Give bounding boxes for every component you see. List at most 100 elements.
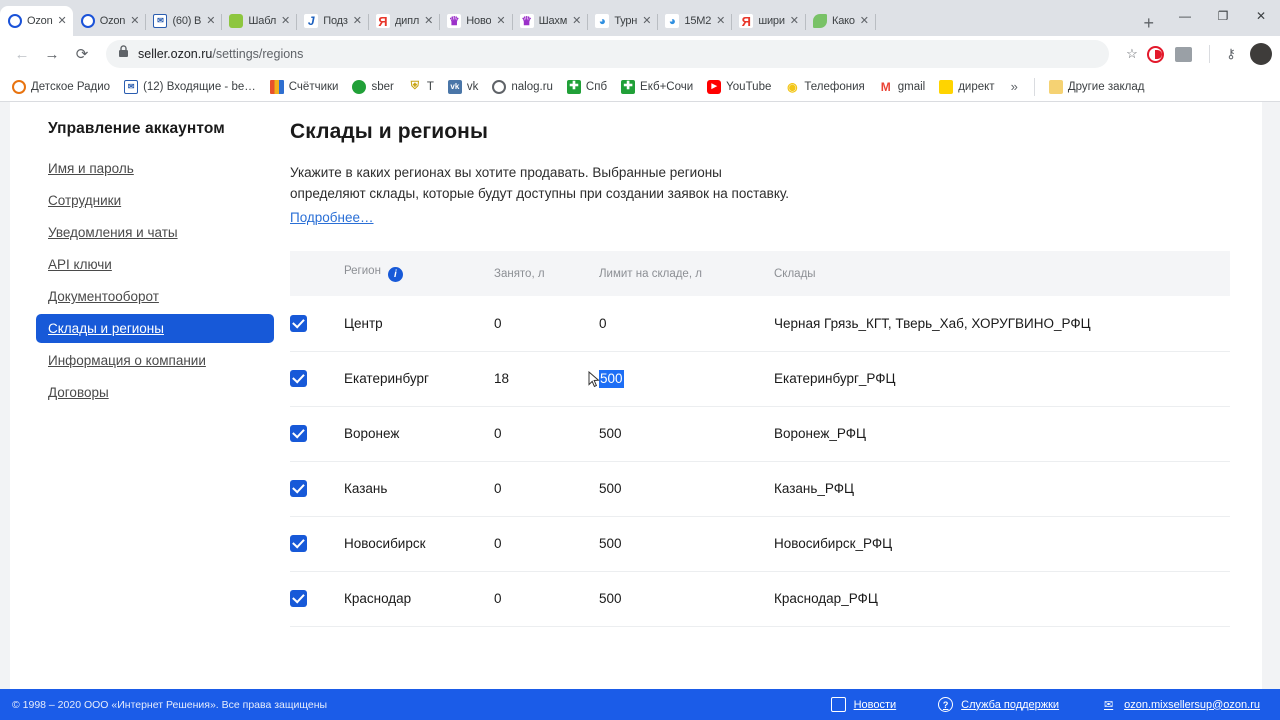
tab-close-icon[interactable]: ✕ (206, 15, 215, 27)
tab-close-icon[interactable]: ✕ (572, 15, 581, 27)
more-link[interactable]: Подробнее… (290, 207, 374, 228)
footer-link-news[interactable]: Новости (830, 697, 896, 712)
limit-value[interactable]: 500 (599, 591, 622, 606)
close-button[interactable]: ✕ (1242, 9, 1280, 23)
address-bar[interactable]: seller.ozon.ru/settings/regions (106, 40, 1109, 68)
sidebar-title: Управление аккаунтом (48, 120, 225, 137)
cell-limit[interactable]: 500 (599, 461, 774, 517)
bookmark-item[interactable]: ◉ Телефония (779, 77, 870, 97)
sidebar-item-link[interactable]: API ключи (36, 250, 290, 279)
bookmark-item[interactable]: ✚ Екб+Сочи (615, 77, 699, 97)
bookmark-label: директ (958, 80, 995, 93)
row-checkbox[interactable] (290, 535, 307, 553)
browser-tab[interactable]: Како ✕ (805, 6, 876, 36)
bookmark-item[interactable]: Счётчики (264, 77, 345, 97)
key-icon[interactable]: ⚷ (1218, 46, 1244, 62)
maximize-button[interactable]: ❐ (1204, 9, 1242, 23)
sidebar-item-link[interactable]: Сотрудники (36, 186, 290, 215)
other-bookmarks-button[interactable]: Другие заклад (1043, 77, 1151, 97)
bookmark-item[interactable]: директ (933, 77, 1000, 97)
avatar[interactable] (1250, 43, 1272, 65)
tab-close-icon[interactable]: ✕ (353, 15, 362, 27)
row-checkbox[interactable] (290, 425, 307, 443)
row-checkbox-cell[interactable] (290, 351, 344, 407)
row-checkbox-cell[interactable] (290, 571, 344, 627)
browser-tab[interactable]: Шабл ✕ (221, 6, 298, 36)
image-extension-icon[interactable] (1175, 46, 1192, 62)
footer-link-email[interactable]: ✉ ozon.mixsellersup@ozon.ru (1101, 697, 1260, 712)
row-checkbox[interactable] (290, 370, 307, 388)
bookmark-item[interactable]: ✚ Спб (561, 77, 613, 97)
browser-tab[interactable]: Яшири ✕ (731, 6, 806, 36)
tab-close-icon[interactable]: ✕ (642, 15, 651, 27)
bookmarks-overflow-button[interactable]: » (1003, 79, 1026, 94)
bar-chart-icon (269, 79, 284, 94)
new-tab-button[interactable]: + (1131, 14, 1166, 36)
browser-tab[interactable]: ✉ (60) В ✕ (145, 6, 223, 36)
cell-limit[interactable]: 500 (599, 516, 774, 572)
sber-icon (352, 79, 367, 94)
minimize-button[interactable]: — (1166, 9, 1204, 23)
browser-tab[interactable]: Ozon ✕ (73, 6, 147, 36)
tab-close-icon[interactable]: ✕ (424, 15, 433, 27)
sidebar-item-link[interactable]: Информация о компании (36, 346, 290, 375)
info-icon[interactable]: i (387, 267, 403, 283)
cell-limit[interactable]: 500 (599, 571, 774, 627)
bookmark-item[interactable]: ⛨ T (402, 77, 440, 97)
cell-limit[interactable]: 500 (588, 351, 774, 407)
browser-tab[interactable]: ◕ Турн ✕ (587, 6, 659, 36)
bookmark-item[interactable]: ✉ (12) Входящие - be… (118, 77, 262, 97)
back-button[interactable]: ← (8, 46, 36, 63)
browser-tab[interactable]: J Подз ✕ (296, 6, 369, 36)
forward-button[interactable]: → (38, 46, 66, 63)
opera-extension-icon[interactable] (1147, 45, 1164, 63)
limit-value-selected[interactable]: 500 (588, 370, 624, 389)
row-checkbox[interactable] (290, 315, 307, 333)
bookmark-item[interactable]: nalog.ru (486, 77, 559, 97)
tab-close-icon[interactable]: ✕ (58, 15, 67, 27)
star-icon[interactable]: ☆ (1119, 46, 1145, 62)
cell-limit[interactable]: 0 (599, 296, 774, 352)
tab-title: 15M2 (684, 15, 712, 27)
row-checkbox-cell[interactable] (290, 406, 344, 462)
header-region-label: Регион (344, 264, 381, 277)
bookmark-label: nalog.ru (511, 80, 553, 93)
sidebar-item-active[interactable]: Склады и регионы (36, 314, 274, 343)
tab-close-icon[interactable]: ✕ (790, 15, 799, 27)
table-row: Новосибирск 0 500 Новосибирск_РФЦ (290, 516, 1230, 572)
tab-close-icon[interactable]: ✕ (860, 15, 869, 27)
bookmark-item[interactable]: Детское Радио (6, 77, 116, 97)
row-checkbox-cell[interactable] (290, 296, 344, 352)
bookmark-item[interactable]: Mgmail (873, 77, 931, 97)
browser-tab[interactable]: ♛ Ново ✕ (439, 6, 513, 36)
limit-value[interactable]: 0 (599, 316, 607, 331)
cell-limit[interactable]: 500 (599, 406, 774, 462)
browser-tab[interactable]: Ozon ✕ (0, 6, 73, 36)
sidebar-item-link[interactable]: Уведомления и чаты (36, 218, 290, 247)
bookmark-item[interactable]: sber (346, 77, 399, 97)
row-checkbox[interactable] (290, 480, 307, 498)
footer-link-support[interactable]: ? Служба поддержки (938, 697, 1059, 712)
row-checkbox[interactable] (290, 590, 307, 608)
browser-tab[interactable]: ♛ Шахм ✕ (512, 6, 589, 36)
sidebar-item-link[interactable]: Договоры (36, 378, 290, 407)
sidebar-item-link[interactable]: Документооборот (36, 282, 290, 311)
reload-button[interactable]: ⟳ (68, 45, 96, 63)
limit-value[interactable]: 500 (599, 481, 622, 496)
window-controls: — ❐ ✕ (1166, 0, 1280, 36)
row-checkbox-cell[interactable] (290, 461, 344, 517)
tab-close-icon[interactable]: ✕ (716, 15, 725, 27)
browser-tab[interactable]: Ядипл ✕ (368, 6, 441, 36)
limit-value[interactable]: 500 (599, 426, 622, 441)
bookmark-item[interactable]: vk vk (442, 77, 485, 97)
tab-close-icon[interactable]: ✕ (130, 15, 139, 27)
sidebar-item-link[interactable]: Имя и пароль (36, 154, 290, 183)
row-checkbox-cell[interactable] (290, 516, 344, 572)
bookmark-label: Екб+Сочи (640, 80, 694, 93)
bookmark-item[interactable]: ▶ YouTube (701, 77, 777, 97)
tab-close-icon[interactable]: ✕ (496, 15, 505, 27)
browser-tab[interactable]: ◕ 15M2 ✕ (657, 6, 733, 36)
tab-close-icon[interactable]: ✕ (281, 15, 290, 27)
limit-value[interactable]: 500 (599, 536, 622, 551)
shield-icon: ⛨ (407, 79, 422, 94)
